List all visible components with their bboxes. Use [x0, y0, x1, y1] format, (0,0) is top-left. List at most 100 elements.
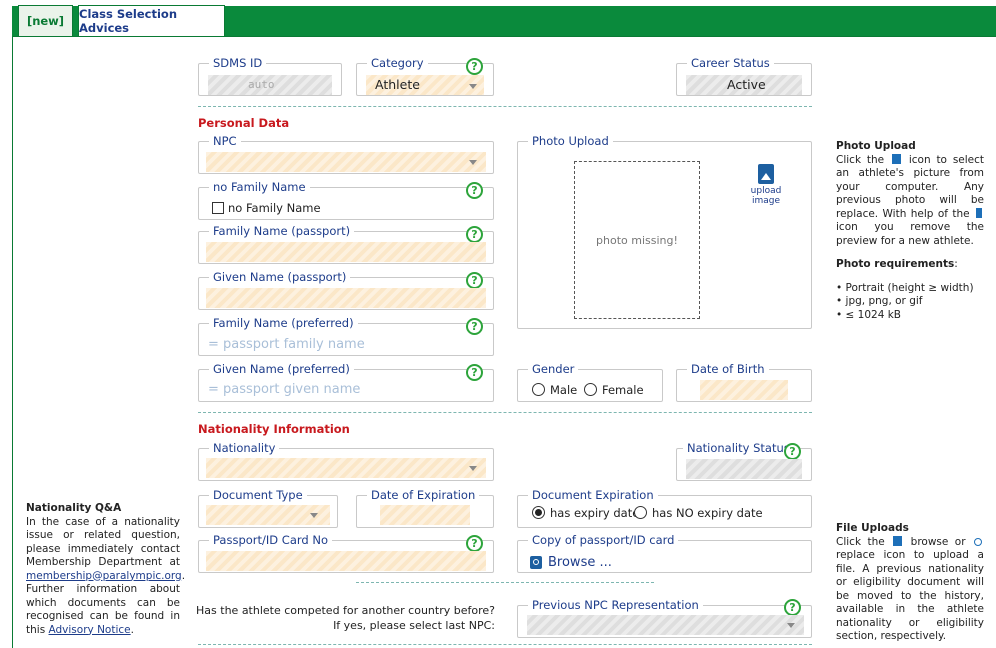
browse-button[interactable]: Browse ...	[530, 555, 612, 570]
sdms-id-label: SDMS ID	[213, 56, 263, 70]
has-expiry-label: has expiry date	[550, 506, 640, 520]
replace-icon	[974, 537, 983, 546]
nationality-label: Nationality	[213, 441, 276, 455]
gender-female-radio[interactable]	[584, 383, 597, 396]
list-item: jpg, png, or gif	[836, 295, 984, 309]
gender-female-label: Female	[602, 383, 644, 397]
nationality-status-help-icon[interactable]: ?	[784, 443, 801, 460]
date-of-expiration-label: Date of Expiration	[371, 488, 476, 502]
photo-missing-text: photo missing!	[596, 234, 678, 247]
no-family-name-label: no Family Name	[213, 180, 306, 194]
category-label: Category	[371, 56, 424, 70]
file-uploads-help-title: File Uploads	[836, 522, 909, 534]
upload-image-button[interactable]: upload image	[736, 164, 796, 206]
date-of-birth-input[interactable]	[700, 380, 788, 400]
tab-class-selection-advices[interactable]: Class Selection Advices	[78, 5, 225, 36]
nationality-status-field	[686, 459, 802, 479]
given-name-passport-input[interactable]	[206, 288, 486, 308]
no-family-name-help-icon[interactable]: ?	[466, 182, 483, 199]
photo-requirements-list: Portrait (height ≥ width) jpg, png, or g…	[836, 282, 984, 323]
content-left-border	[12, 36, 13, 648]
trash-icon	[976, 207, 983, 218]
no-family-name-checkbox-label: no Family Name	[228, 201, 321, 215]
nationality-qa-text-3: .	[130, 623, 134, 636]
nationality-status-label: Nationality Status	[687, 441, 790, 455]
previous-npc-help-icon[interactable]: ?	[784, 599, 801, 616]
document-expiration-label: Document Expiration	[532, 488, 654, 502]
passport-no-input[interactable]	[206, 551, 486, 571]
file-uploads-help-panel: File Uploads Click the browse or replace…	[836, 522, 984, 644]
no-family-name-checkbox[interactable]	[212, 202, 224, 214]
family-name-preferred-placeholder: = passport family name	[208, 337, 365, 352]
has-expiry-radio[interactable]	[532, 506, 545, 519]
given-name-passport-label: Given Name (passport)	[213, 270, 347, 284]
family-name-passport-label: Family Name (passport)	[213, 224, 351, 238]
sdms-id-value: auto	[248, 78, 275, 91]
npc-select[interactable]	[206, 152, 486, 172]
list-item: ≤ 1024 kB	[836, 309, 984, 323]
nationality-chevron-down-icon	[469, 466, 477, 471]
previous-country-question: Has the athlete competed for another cou…	[195, 603, 495, 633]
category-help-icon[interactable]: ?	[466, 58, 483, 75]
personal-data-title: Personal Data	[198, 116, 290, 130]
browse-icon	[893, 535, 903, 546]
advisory-notice-link[interactable]: Advisory Notice	[49, 624, 131, 636]
gender-male-label: Male	[550, 383, 578, 397]
divider	[198, 644, 812, 645]
photo-upload-label: Photo Upload	[532, 134, 609, 148]
career-status-value: Active	[727, 77, 766, 92]
photo-upload-help-title: Photo Upload	[836, 140, 916, 152]
photo-requirements-colon: :	[954, 258, 958, 270]
content-top-border	[12, 36, 996, 37]
photo-upload-help-panel: Photo Upload Click the icon to select an…	[836, 140, 984, 322]
membership-email-link[interactable]: membership@paralympic.org	[26, 570, 182, 582]
photo-requirements-title: Photo requirements	[836, 258, 955, 270]
no-expiry-label: has NO expiry date	[652, 506, 763, 520]
browse-icon	[530, 556, 542, 569]
document-type-label: Document Type	[213, 488, 303, 502]
photo-help-text-1: Click the	[836, 153, 885, 166]
previous-npc-label: Previous NPC Representation	[532, 598, 699, 612]
upload-image-icon	[891, 153, 901, 164]
divider	[198, 106, 812, 107]
nationality-select[interactable]	[206, 458, 486, 478]
browse-label: Browse ...	[548, 555, 612, 570]
divider	[198, 412, 812, 413]
npc-chevron-down-icon	[469, 160, 477, 165]
category-chevron-down-icon	[469, 84, 477, 89]
previous-npc-select[interactable]	[527, 615, 804, 635]
question-line-2: If yes, please select last NPC:	[333, 619, 495, 632]
question-line-1: Has the athlete competed for another cou…	[196, 604, 495, 617]
no-expiry-radio[interactable]	[634, 506, 647, 519]
file-help-text-2: browse or	[910, 535, 966, 548]
given-name-preferred-label: Given Name (preferred)	[213, 362, 350, 376]
nationality-qa-title: Nationality Q&A	[26, 502, 122, 514]
given-name-passport-help-icon[interactable]: ?	[466, 272, 483, 289]
divider	[356, 582, 654, 583]
date-of-expiration-input[interactable]	[380, 505, 470, 525]
npc-label: NPC	[213, 134, 237, 148]
previous-npc-chevron-down-icon	[787, 623, 795, 628]
given-name-preferred-help-icon[interactable]: ?	[466, 364, 483, 381]
passport-no-help-icon[interactable]: ?	[466, 535, 483, 552]
upload-image-icon	[758, 164, 774, 184]
photo-requirements: Photo requirements: Portrait (height ≥ w…	[836, 258, 984, 322]
family-name-passport-input[interactable]	[206, 242, 486, 262]
document-type-chevron-down-icon	[310, 513, 318, 518]
family-name-preferred-help-icon[interactable]: ?	[466, 318, 483, 335]
photo-help-text-3: icon you remove the preview for a new at…	[836, 221, 984, 247]
file-help-text-1: Click the	[836, 535, 885, 548]
tab-new[interactable]: [new]	[18, 5, 73, 36]
gender-label: Gender	[532, 362, 575, 376]
nationality-info-title: Nationality Information	[198, 422, 350, 436]
family-name-passport-help-icon[interactable]: ?	[466, 226, 483, 243]
upload-image-label: upload image	[750, 186, 782, 206]
family-name-preferred-label: Family Name (preferred)	[213, 316, 354, 330]
passport-no-label: Passport/ID Card No	[213, 533, 328, 547]
career-status-label: Career Status	[691, 56, 770, 70]
list-item: Portrait (height ≥ width)	[836, 282, 984, 296]
date-of-birth-label: Date of Birth	[691, 362, 765, 376]
category-value: Athlete	[375, 77, 420, 92]
gender-male-radio[interactable]	[532, 383, 545, 396]
passport-copy-label: Copy of passport/ID card	[532, 533, 675, 547]
